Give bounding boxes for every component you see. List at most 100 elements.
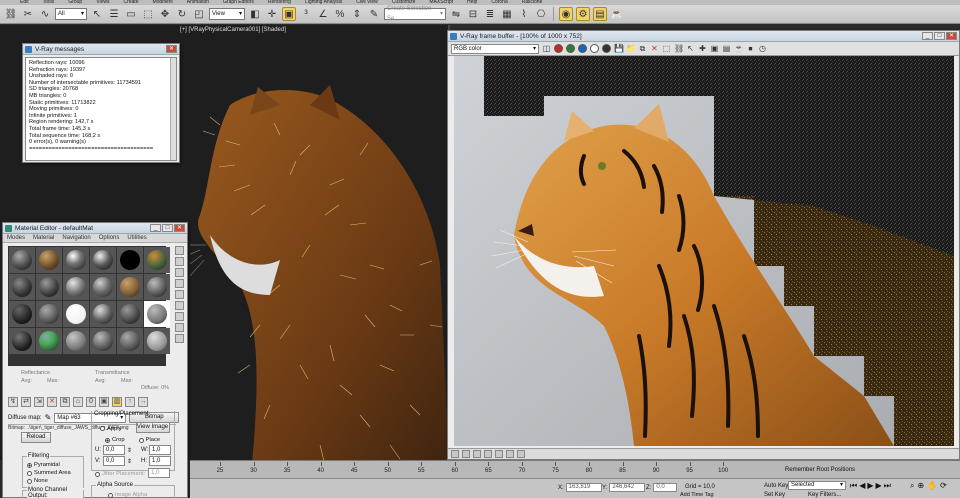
render-region-icon[interactable]: ⬚ (662, 44, 671, 53)
go-to-start-icon[interactable]: ⏮ (850, 481, 857, 491)
srgb-icon[interactable] (495, 450, 503, 458)
rendered-image[interactable] (454, 56, 954, 446)
make-preview-icon[interactable] (175, 301, 184, 310)
maximize-icon[interactable]: □ (162, 224, 173, 232)
curve-editor-icon[interactable]: ⌇ (517, 7, 531, 21)
radio-option[interactable]: None (27, 478, 83, 484)
material-sample-slot[interactable] (63, 247, 89, 273)
select-by-name-icon[interactable]: ☰ (107, 7, 121, 21)
channel-dropdown[interactable]: RGB color ▾ (451, 43, 539, 54)
crop-radio[interactable]: Crop (105, 437, 125, 443)
add-time-tag-button[interactable]: Add Time Tag (680, 492, 714, 498)
play-icon[interactable]: ▶ (867, 481, 873, 491)
load-icon[interactable]: 📁 (626, 44, 636, 53)
material-id-channel-icon[interactable]: 0 (86, 396, 96, 407)
radio-option[interactable]: Pyramidal (27, 462, 83, 468)
go-forward-sibling-icon[interactable]: → (138, 396, 148, 407)
material-sample-slot[interactable] (36, 247, 62, 273)
background-icon[interactable] (175, 268, 184, 277)
green-channel-icon[interactable] (566, 44, 575, 53)
frame-buffer-titlebar[interactable]: V-Ray frame buffer - [100% of 1000 x 752… (448, 31, 959, 42)
edit-named-selection-icon[interactable]: ✎ (367, 7, 381, 21)
window-crossing-icon[interactable]: ⬚ (141, 7, 155, 21)
options-icon[interactable] (175, 312, 184, 321)
u-spinner-icon[interactable]: ⇕ (127, 447, 139, 454)
schematic-view-icon[interactable]: ⎔ (534, 7, 548, 21)
levels-icon[interactable] (462, 450, 470, 458)
track-mouse-icon[interactable]: ✚ (698, 44, 707, 53)
v-spinner-icon[interactable]: ⇕ (127, 458, 139, 465)
material-sample-slot[interactable] (9, 247, 35, 273)
material-sample-slot[interactable] (63, 301, 89, 327)
scale-icon[interactable]: ◰ (192, 7, 206, 21)
put-to-library-icon[interactable]: ⌂ (73, 396, 83, 407)
material-sample-slot[interactable] (36, 328, 62, 354)
key-filters-button[interactable]: Key Filters... (808, 492, 841, 498)
material-sample-slot[interactable] (63, 274, 89, 300)
render-production-icon[interactable]: ☕ (610, 7, 624, 21)
mono-channel-icon[interactable] (602, 44, 611, 53)
set-key-button[interactable]: Set Key (764, 492, 785, 498)
material-editor-menu-item[interactable]: Navigation (62, 235, 90, 241)
material-editor-menu-item[interactable]: Modes (7, 235, 25, 241)
video-color-check-icon[interactable] (175, 290, 184, 299)
vray-messages-window[interactable]: V-Ray messages ✕ Reflection rays: 10096 R… (22, 43, 180, 163)
close-icon[interactable]: ✕ (174, 224, 185, 232)
next-frame-icon[interactable]: ▶ (876, 481, 882, 491)
orbit-icon[interactable]: ⟳ (940, 481, 947, 491)
vray-frame-buffer-window[interactable]: V-Ray frame buffer - [100% of 1000 x 752… (447, 30, 960, 460)
snaps-toggle-icon[interactable]: ³ (299, 7, 313, 21)
material-sample-slot[interactable] (36, 301, 62, 327)
h-field[interactable]: 1,0 (149, 456, 171, 466)
backlight-icon[interactable] (175, 257, 184, 266)
u-field[interactable]: 0,0 (103, 445, 125, 455)
material-sample-slot[interactable] (90, 328, 116, 354)
select-by-material-icon[interactable] (175, 323, 184, 332)
render-last-icon[interactable]: ▤ (722, 44, 731, 53)
place-radio[interactable]: Place (138, 437, 160, 443)
bind-space-warp-icon[interactable]: ∿ (38, 7, 52, 21)
link-icon[interactable]: ⛓ (4, 7, 18, 21)
move-icon[interactable]: ✥ (158, 7, 172, 21)
material-sample-slot[interactable] (117, 247, 143, 273)
material-sample-slot[interactable] (36, 274, 62, 300)
jitter-field[interactable]: 1,0 (148, 468, 171, 478)
material-navigator-icon[interactable] (175, 334, 184, 343)
save-icon[interactable]: 💾 (614, 44, 624, 53)
duplicate-icon[interactable]: ⧉ (638, 44, 647, 53)
pivot-icon[interactable]: ◧ (248, 7, 262, 21)
material-editor-window[interactable]: Material Editor - defaultMat _ □ ✕ Modes… (2, 222, 188, 498)
material-sample-slot[interactable] (117, 328, 143, 354)
go-to-end-icon[interactable]: ⏭ (884, 481, 891, 491)
material-editor-menu-item[interactable]: Utilities (127, 235, 146, 241)
keyboard-shortcut-override-icon[interactable]: ▣ (282, 7, 296, 21)
material-sample-slot[interactable] (90, 274, 116, 300)
remember-root-positions[interactable]: Remember Root Positions (785, 467, 855, 473)
go-to-parent-icon[interactable]: ↑ (125, 396, 135, 407)
reset-map-icon[interactable]: ✕ (47, 396, 57, 407)
material-editor-menu-item[interactable]: Options (99, 235, 120, 241)
material-editor-titlebar[interactable]: Material Editor - defaultMat _ □ ✕ (3, 223, 187, 234)
minimize-icon[interactable]: _ (922, 32, 933, 40)
v-field[interactable]: 0,0 (103, 456, 125, 466)
eyedropper-icon[interactable]: ✎ (45, 413, 52, 422)
pixel-aspect-icon[interactable] (517, 450, 525, 458)
minimize-icon[interactable]: _ (150, 224, 161, 232)
maximize-icon[interactable]: □ (934, 32, 945, 40)
view-image-button[interactable]: View Image (135, 422, 170, 433)
select-object-icon[interactable]: ↖ (90, 7, 104, 21)
material-editor-menu-item[interactable]: Material (33, 235, 54, 241)
put-to-scene-icon[interactable]: ⇄ (21, 396, 31, 407)
material-sample-slot[interactable] (9, 328, 35, 354)
rectangle-selection-icon[interactable]: ▭ (124, 7, 138, 21)
material-sample-slot[interactable] (90, 247, 116, 273)
key-mode-dropdown[interactable]: Selected ▾ (788, 481, 846, 490)
align-icon[interactable]: ⊟ (466, 7, 480, 21)
named-selection-set-field[interactable]: Create Selection Se ▾ (384, 6, 446, 22)
rotate-icon[interactable]: ↻ (175, 7, 189, 21)
w-field[interactable]: 1,0 (149, 445, 171, 455)
image-alpha-radio[interactable]: Image Alpha (92, 488, 174, 498)
make-unique-icon[interactable]: ⧉ (60, 396, 70, 407)
vray-messages-log[interactable]: Reflection rays: 10096 Refraction rays: 1… (25, 57, 177, 161)
get-material-icon[interactable]: ↯ (8, 396, 18, 407)
